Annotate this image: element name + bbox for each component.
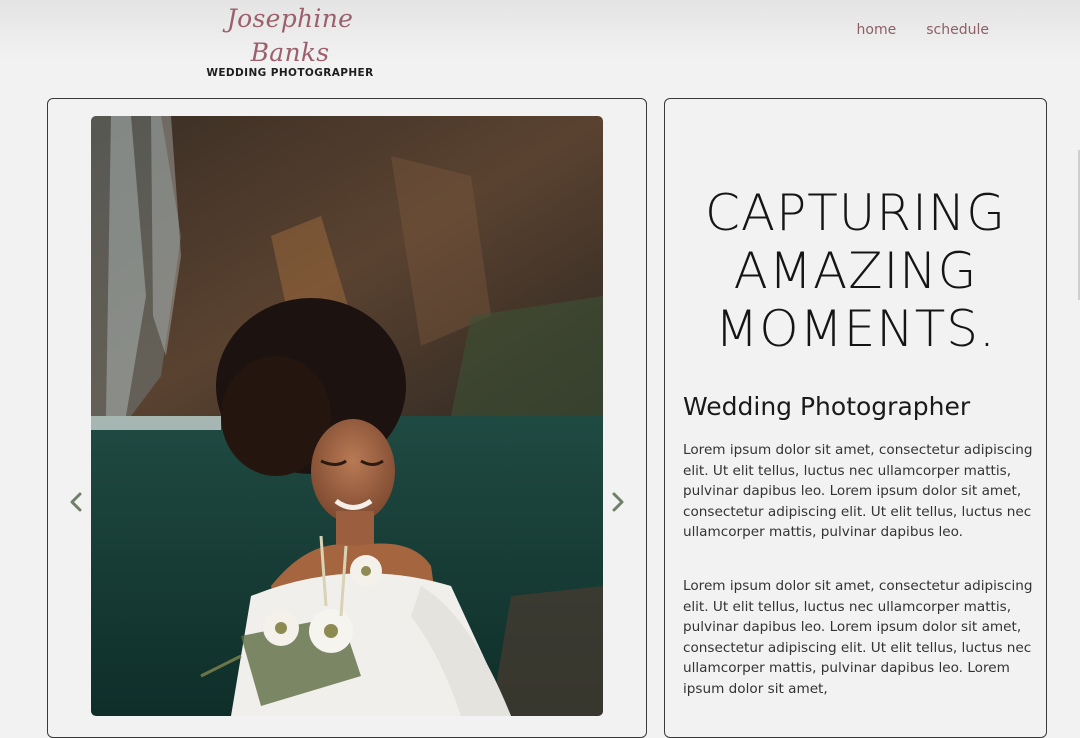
headline-line: MOMENTS. (715, 300, 996, 358)
chevron-left-icon (70, 492, 82, 512)
previous-slide-button[interactable] (64, 486, 88, 518)
logo-name: Josephine Banks (226, 4, 354, 67)
site-header: Josephine Banks WEDDING PHOTOGRAPHER hom… (0, 0, 1080, 79)
logo[interactable]: Josephine Banks WEDDING PHOTOGRAPHER (200, 2, 380, 79)
nav-link-home[interactable]: home (857, 22, 897, 38)
subheading: Wedding Photographer (683, 392, 971, 421)
logo-tagline: WEDDING PHOTOGRAPHER (206, 67, 374, 79)
intro-paragraph: Lorem ipsum dolor sit amet, consectetur … (683, 442, 1033, 541)
chevron-right-icon (612, 492, 624, 512)
headline-line: CAPTURING (704, 184, 1007, 242)
nav-link-schedule[interactable]: schedule (926, 22, 989, 38)
bride-photo (91, 116, 603, 716)
next-slide-button[interactable] (606, 486, 630, 518)
main-nav: home schedule (857, 22, 989, 38)
headline-line: AMAZING (733, 242, 978, 300)
hero-headline: CAPTURING AMAZING MOMENTS. (665, 184, 1046, 358)
intro-paragraph: Lorem ipsum dolor sit amet, consectetur … (683, 578, 1033, 697)
